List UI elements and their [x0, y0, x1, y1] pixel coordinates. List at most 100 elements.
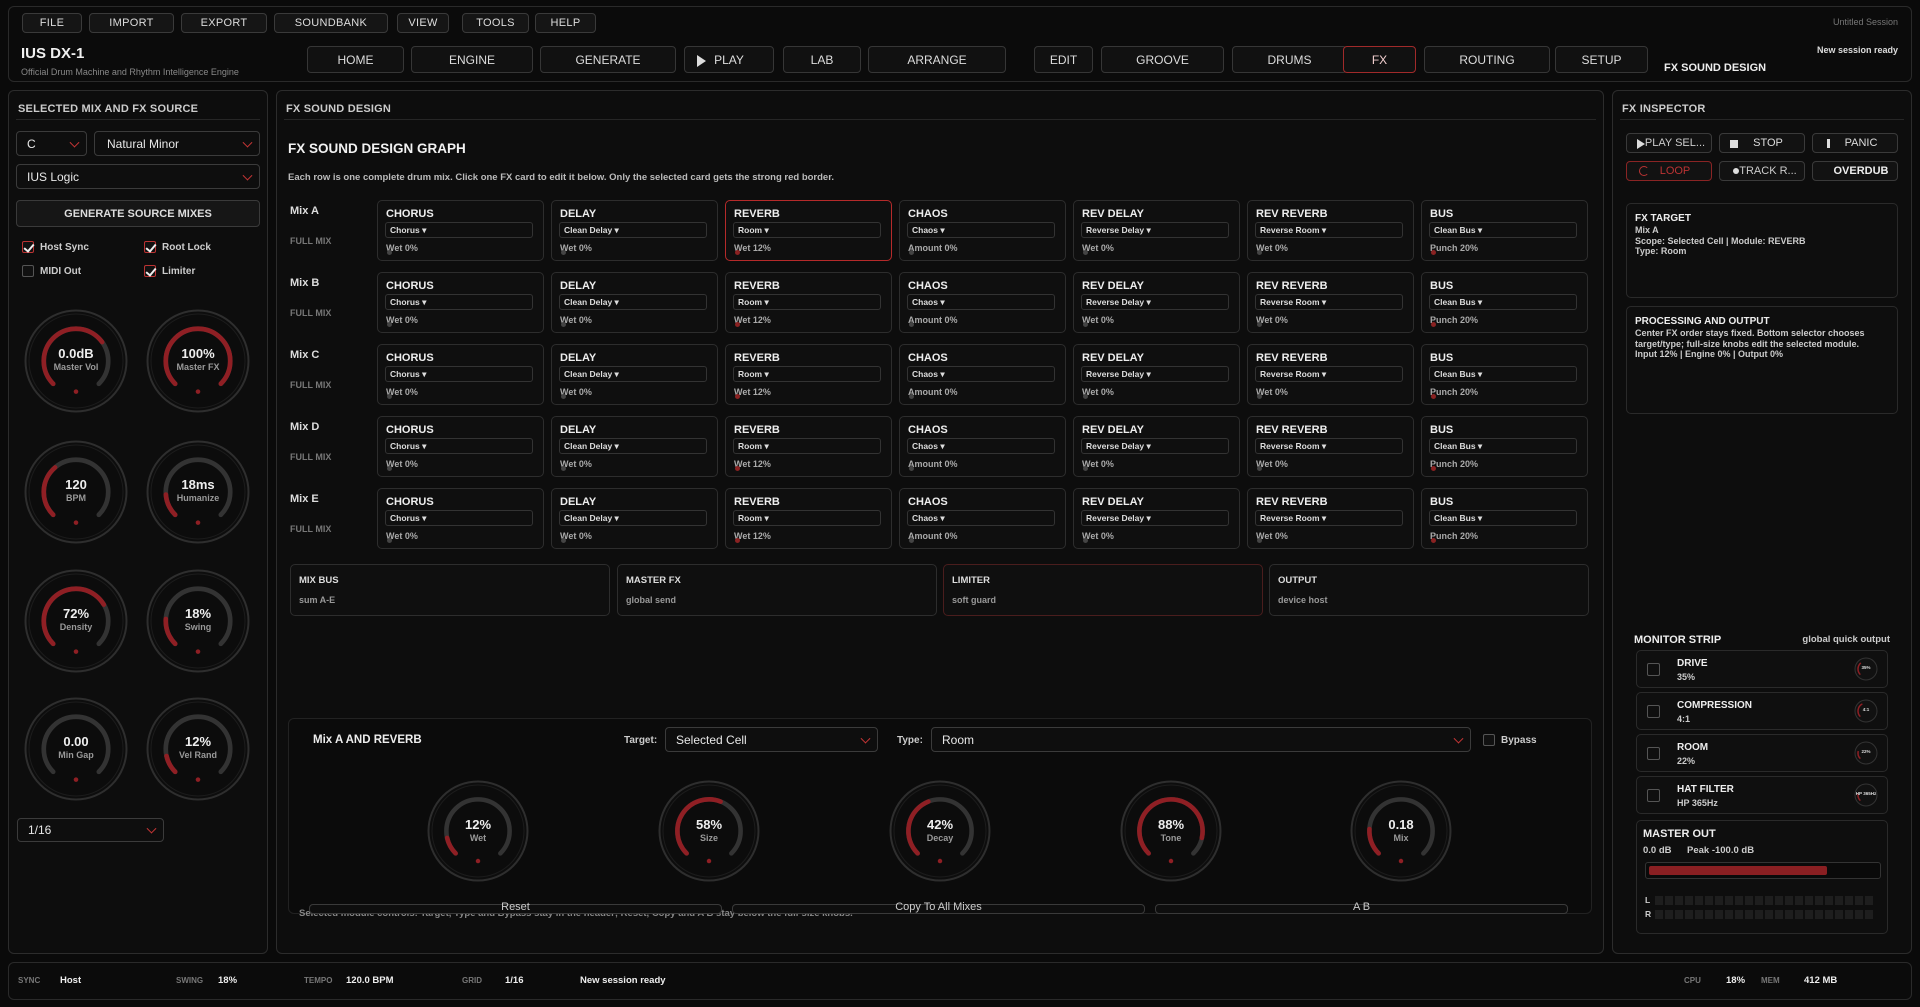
nav-tab-fx[interactable]: FX — [1343, 46, 1416, 73]
fx-type-select[interactable]: Reverse Room ▾ — [1255, 366, 1403, 382]
copy-to-all-mixes-button[interactable]: Copy To All Mixes — [732, 901, 1145, 914]
menu-tools[interactable]: TOOLS — [462, 13, 529, 33]
overdub-button[interactable]: OVERDUB — [1812, 161, 1898, 181]
fx-type-select[interactable]: Clean Delay ▾ — [559, 366, 707, 382]
reset-button[interactable]: Reset — [309, 901, 722, 914]
fx-type-select[interactable]: Reverse Delay ▾ — [1081, 222, 1229, 238]
track-r-button[interactable]: TRACK R... — [1719, 161, 1805, 181]
fx-card-rev-delay[interactable]: REV DELAY Reverse Delay ▾ Wet 0% — [1073, 488, 1240, 549]
knob-bpm[interactable]: 120 BPM — [24, 440, 128, 544]
nav-tab-edit[interactable]: EDIT — [1034, 46, 1093, 73]
knob-min-gap[interactable]: 0.00 Min Gap — [24, 697, 128, 801]
fx-type-select[interactable]: Chaos ▾ — [907, 366, 1055, 382]
loop-button[interactable]: LOOP — [1626, 161, 1712, 181]
editor-knob-decay[interactable]: 42% Decay — [889, 780, 991, 882]
fx-type-select[interactable]: Reverse Room ▾ — [1255, 510, 1403, 526]
fx-type-select[interactable]: Chorus ▾ — [385, 510, 533, 526]
fx-type-select[interactable]: Clean Bus ▾ — [1429, 222, 1577, 238]
editor-knob-wet[interactable]: 12% Wet — [427, 780, 529, 882]
fx-card-chorus[interactable]: CHORUS Chorus ▾ Wet 0% — [377, 488, 544, 549]
knob-master-fx[interactable]: 100% Master FX — [146, 309, 250, 413]
checkbox-host-sync[interactable] — [22, 241, 34, 253]
fx-card-rev-delay[interactable]: REV DELAY Reverse Delay ▾ Wet 0% — [1073, 344, 1240, 405]
fx-card-delay[interactable]: DELAY Clean Delay ▾ Wet 0% — [551, 200, 718, 261]
menu-soundbank[interactable]: SOUNDBANK — [274, 13, 388, 33]
nav-tab-groove[interactable]: GROOVE — [1101, 46, 1224, 73]
fx-card-chorus[interactable]: CHORUS Chorus ▾ Wet 0% — [377, 344, 544, 405]
mode-select[interactable]: IUS Logic — [16, 164, 260, 189]
fx-card-rev-reverb[interactable]: REV REVERB Reverse Room ▾ Wet 0% — [1247, 416, 1414, 477]
knob-master-vol[interactable]: 0.0dB Master Vol — [24, 309, 128, 413]
fx-card-chorus[interactable]: CHORUS Chorus ▾ Wet 0% — [377, 200, 544, 261]
knob-humanize[interactable]: 18ms Humanize — [146, 440, 250, 544]
fx-card-chaos[interactable]: CHAOS Chaos ▾ Amount 0% — [899, 488, 1066, 549]
knob-swing[interactable]: 18% Swing — [146, 569, 250, 673]
target-select[interactable]: Selected Cell — [665, 727, 878, 752]
nav-tab-drums[interactable]: DRUMS — [1232, 46, 1347, 73]
monitor-checkbox[interactable] — [1647, 747, 1660, 760]
knob-density[interactable]: 72% Density — [24, 569, 128, 673]
fx-type-select[interactable]: Room ▾ — [733, 222, 881, 238]
checkbox-root-lock[interactable] — [144, 241, 156, 253]
nav-tab-setup[interactable]: SETUP — [1555, 46, 1648, 73]
nav-tab-generate[interactable]: GENERATE — [540, 46, 676, 73]
menu-export[interactable]: EXPORT — [181, 13, 267, 33]
bus-card-mix-bus[interactable]: MIX BUS sum A-E — [290, 564, 610, 616]
fx-card-bus[interactable]: BUS Clean Bus ▾ Punch 20% — [1421, 488, 1588, 549]
fx-type-select[interactable]: Room ▾ — [733, 510, 881, 526]
fx-type-select[interactable]: Reverse Delay ▾ — [1081, 510, 1229, 526]
fx-type-select[interactable]: Reverse Room ▾ — [1255, 222, 1403, 238]
menu-import[interactable]: IMPORT — [89, 13, 174, 33]
nav-tab-lab[interactable]: LAB — [783, 46, 861, 73]
fx-type-select[interactable]: Chorus ▾ — [385, 222, 533, 238]
monitor-knob[interactable]: 22% — [1854, 741, 1878, 765]
key-select[interactable]: C — [16, 131, 87, 156]
nav-tab-play[interactable]: PLAY — [684, 46, 774, 73]
fx-type-select[interactable]: Clean Bus ▾ — [1429, 366, 1577, 382]
scale-select[interactable]: Natural Minor — [94, 131, 260, 156]
checkbox-limiter[interactable] — [144, 265, 156, 277]
fx-type-select[interactable]: Clean Delay ▾ — [559, 222, 707, 238]
fx-card-rev-delay[interactable]: REV DELAY Reverse Delay ▾ Wet 0% — [1073, 200, 1240, 261]
fx-card-delay[interactable]: DELAY Clean Delay ▾ Wet 0% — [551, 344, 718, 405]
fx-card-chorus[interactable]: CHORUS Chorus ▾ Wet 0% — [377, 272, 544, 333]
bypass-checkbox[interactable] — [1483, 734, 1495, 746]
monitor-checkbox[interactable] — [1647, 663, 1660, 676]
fx-card-chorus[interactable]: CHORUS Chorus ▾ Wet 0% — [377, 416, 544, 477]
fx-card-bus[interactable]: BUS Clean Bus ▾ Punch 20% — [1421, 272, 1588, 333]
fx-type-select[interactable]: Reverse Delay ▾ — [1081, 438, 1229, 454]
fx-card-reverb[interactable]: REVERB Room ▾ Wet 12% — [725, 416, 892, 477]
nav-tab-arrange[interactable]: ARRANGE — [868, 46, 1006, 73]
fx-card-reverb[interactable]: REVERB Room ▾ Wet 12% — [725, 272, 892, 333]
monitor-room[interactable]: ROOM 22% 22% — [1636, 734, 1888, 772]
nav-tab-engine[interactable]: ENGINE — [411, 46, 533, 73]
fx-type-select[interactable]: Room ▾ — [733, 438, 881, 454]
monitor-knob[interactable]: HP 365Hz — [1854, 783, 1878, 807]
fx-type-select[interactable]: Reverse Delay ▾ — [1081, 366, 1229, 382]
monitor-checkbox[interactable] — [1647, 789, 1660, 802]
fx-type-select[interactable]: Clean Delay ▾ — [559, 438, 707, 454]
nav-tab-routing[interactable]: ROUTING — [1424, 46, 1550, 73]
editor-knob-mix[interactable]: 0.18 Mix — [1350, 780, 1452, 882]
grid-select[interactable]: 1/16 — [17, 818, 164, 842]
monitor-checkbox[interactable] — [1647, 705, 1660, 718]
fx-card-chaos[interactable]: CHAOS Chaos ▾ Amount 0% — [899, 344, 1066, 405]
fx-card-bus[interactable]: BUS Clean Bus ▾ Punch 20% — [1421, 416, 1588, 477]
fx-card-bus[interactable]: BUS Clean Bus ▾ Punch 20% — [1421, 200, 1588, 261]
fx-type-select[interactable]: Chaos ▾ — [907, 222, 1055, 238]
play-sel-button[interactable]: PLAY SEL... — [1626, 133, 1712, 153]
fx-type-select[interactable]: Reverse Room ▾ — [1255, 294, 1403, 310]
editor-knob-tone[interactable]: 88% Tone — [1120, 780, 1222, 882]
fx-card-rev-delay[interactable]: REV DELAY Reverse Delay ▾ Wet 0% — [1073, 416, 1240, 477]
fx-type-select[interactable]: Room ▾ — [733, 294, 881, 310]
fx-card-delay[interactable]: DELAY Clean Delay ▾ Wet 0% — [551, 488, 718, 549]
bus-card-master-fx[interactable]: MASTER FX global send — [617, 564, 937, 616]
knob-vel-rand[interactable]: 12% Vel Rand — [146, 697, 250, 801]
nav-tab-home[interactable]: HOME — [307, 46, 404, 73]
fx-card-delay[interactable]: DELAY Clean Delay ▾ Wet 0% — [551, 272, 718, 333]
fx-type-select[interactable]: Chorus ▾ — [385, 366, 533, 382]
fx-card-reverb[interactable]: REVERB Room ▾ Wet 12% — [725, 344, 892, 405]
fx-card-rev-delay[interactable]: REV DELAY Reverse Delay ▾ Wet 0% — [1073, 272, 1240, 333]
menu-file[interactable]: FILE — [22, 13, 82, 33]
type-select[interactable]: Room — [931, 727, 1471, 752]
